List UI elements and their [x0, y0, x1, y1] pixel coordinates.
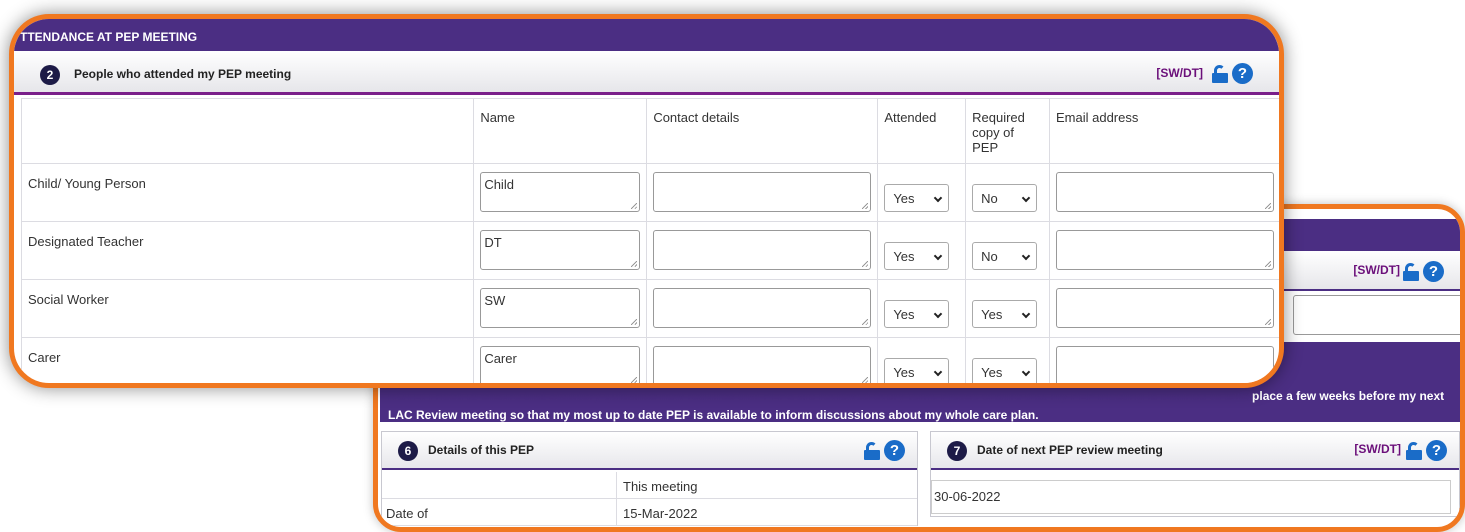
required-copy-select[interactable]: Yes [972, 300, 1038, 328]
section-title: Date of next PEP review meeting [977, 443, 1163, 457]
section-icons: ? [1403, 261, 1444, 282]
name-input[interactable]: Carer [480, 346, 641, 383]
name-input[interactable]: SW [480, 288, 641, 328]
required-copy-value: Yes [981, 365, 1003, 380]
chevron-down-icon [1021, 367, 1031, 377]
attended-select[interactable]: Yes [884, 242, 950, 270]
attendee-role: Designated Teacher [20, 221, 475, 280]
section-number: 7 [947, 441, 967, 461]
attendance-panel: TTENDANCE AT PEP MEETING 2 People who at… [9, 14, 1284, 388]
help-icon[interactable]: ? [1423, 261, 1444, 282]
chevron-down-icon [934, 193, 943, 203]
required-copy-value: No [981, 249, 998, 264]
column-header-email: Email address [1049, 98, 1279, 164]
section-title: People who attended my PEP meeting [74, 67, 292, 81]
meeting-date: 15-Mar-2022 [623, 506, 698, 521]
attended-value: Yes [893, 365, 915, 380]
name-input[interactable]: Child [480, 172, 641, 212]
required-copy-value: No [981, 191, 998, 206]
grid-label: Date of [382, 499, 617, 525]
table-row: Carer Carer Yes Yes [20, 337, 1279, 383]
unlocked-padlock-icon[interactable] [1406, 441, 1424, 460]
attendee-role: Social Worker [20, 279, 475, 338]
section-icons: ? [864, 440, 905, 461]
chevron-down-icon [934, 309, 943, 319]
chevron-down-icon [934, 367, 943, 377]
note-text-obscured: NOTE: I need to ensure that statutory gu… [388, 389, 1253, 403]
table-row: Date of 15-Mar-2022 [382, 499, 917, 526]
note-text-line1: place a few weeks before my next [1252, 389, 1445, 403]
help-icon[interactable]: ? [1232, 63, 1253, 84]
email-input[interactable] [1056, 172, 1274, 212]
table-header-row: Name Contact details Attended Required c… [20, 98, 1279, 164]
column-header-name: Name [473, 98, 648, 164]
attendee-role: Carer [20, 337, 475, 383]
table-row: This meeting [382, 472, 917, 499]
section-header: 7 Date of next PEP review meeting [SW/DT… [931, 432, 1459, 470]
required-copy-select[interactable]: No [972, 242, 1038, 270]
chevron-down-icon [1021, 193, 1031, 203]
help-icon[interactable]: ? [1426, 440, 1447, 461]
attended-value: Yes [893, 191, 915, 206]
table-row: Child/ Young Person Child Yes No [20, 163, 1279, 222]
section-number: 2 [40, 65, 60, 85]
table-row: Designated Teacher DT Yes No [20, 221, 1279, 280]
chevron-down-icon [1021, 251, 1031, 261]
attendance-table: Name Contact details Attended Required c… [20, 98, 1279, 383]
contact-details-input[interactable] [653, 346, 872, 383]
email-input[interactable] [1056, 230, 1274, 270]
email-input[interactable] [1056, 288, 1274, 328]
unlocked-padlock-icon[interactable] [864, 441, 882, 460]
required-copy-select[interactable]: No [972, 184, 1038, 212]
grid-label [382, 472, 617, 498]
contact-details-input[interactable] [653, 172, 872, 212]
role-tag: [SW/DT] [1353, 263, 1400, 277]
required-copy-value: Yes [981, 307, 1003, 322]
section-header: 6 Details of this PEP ? [382, 432, 917, 470]
email-input[interactable] [1056, 346, 1274, 383]
attendee-role: Child/ Young Person [20, 163, 475, 222]
next-review-meeting-section: 7 Date of next PEP review meeting [SW/DT… [930, 431, 1460, 517]
pep-details-grid: This meeting Date of 15-Mar-2022 [382, 472, 917, 526]
column-header-required-copy: Required copy of PEP [965, 98, 1050, 164]
section-icons: ? [1212, 63, 1253, 84]
contact-details-input[interactable] [653, 230, 872, 270]
section-icons: ? [1406, 440, 1447, 461]
section-banner: TTENDANCE AT PEP MEETING [14, 19, 1279, 51]
role-tag: [SW/DT] [1156, 66, 1203, 80]
attended-select[interactable]: Yes [884, 300, 950, 328]
attended-select[interactable]: Yes [884, 184, 950, 212]
section-header: 2 People who attended my PEP meeting [SW… [14, 51, 1279, 95]
role-tag: [SW/DT] [1354, 442, 1401, 456]
attended-value: Yes [893, 307, 915, 322]
table-row: Social Worker SW Yes Yes [20, 279, 1279, 338]
section-number: 6 [398, 441, 418, 461]
unlocked-padlock-icon[interactable] [1212, 64, 1230, 83]
section-title: Details of this PEP [428, 443, 535, 457]
attended-value: Yes [893, 249, 915, 264]
column-header-contact: Contact details [646, 98, 879, 164]
attended-select[interactable]: Yes [884, 358, 950, 383]
next-review-date-field[interactable]: 30-06-2022 [931, 480, 1451, 514]
required-copy-select[interactable]: Yes [972, 358, 1038, 383]
chevron-down-icon [934, 251, 943, 261]
column-header-role [20, 98, 475, 164]
name-input[interactable]: DT [480, 230, 641, 270]
contact-details-input[interactable] [653, 288, 872, 328]
grid-header: This meeting [623, 479, 698, 494]
help-icon[interactable]: ? [884, 440, 905, 461]
column-header-attended: Attended [877, 98, 967, 164]
notes-textarea[interactable] [1293, 295, 1460, 335]
unlocked-padlock-icon[interactable] [1403, 262, 1421, 281]
chevron-down-icon [1021, 309, 1031, 319]
note-text-line2: LAC Review meeting so that my most up to… [388, 408, 1039, 422]
details-of-this-pep-section: 6 Details of this PEP ? This meeting Dat… [381, 431, 918, 526]
